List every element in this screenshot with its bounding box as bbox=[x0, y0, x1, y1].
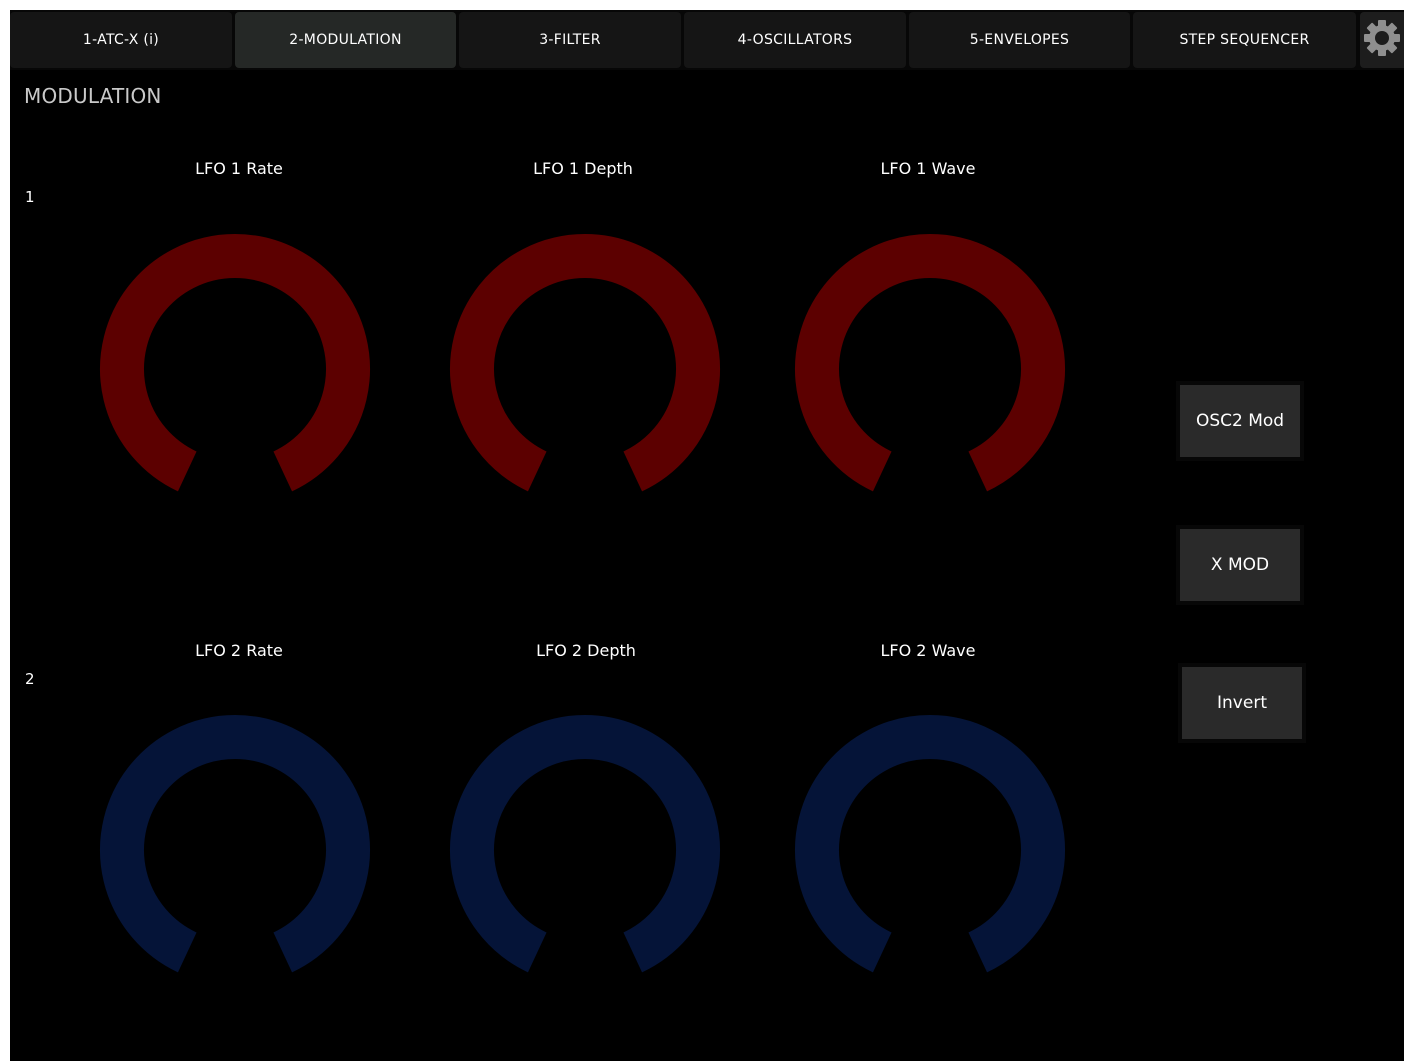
synth-app: 1-ATC-X (i) 2-MODULATION 3-FILTER 4-OSCI… bbox=[10, 10, 1404, 1061]
knob-ring bbox=[450, 234, 720, 492]
tab-oscillators[interactable]: 4-OSCILLATORS bbox=[684, 12, 906, 68]
knob-label-lfo1-rate: LFO 1 Rate bbox=[195, 159, 283, 178]
page-title: MODULATION bbox=[24, 84, 162, 108]
knob-label-lfo2-depth: LFO 2 Depth bbox=[536, 641, 636, 660]
x-mod-label: X MOD bbox=[1180, 529, 1300, 601]
lfo1-depth-knob[interactable] bbox=[445, 229, 725, 509]
lfo1-rate-knob[interactable] bbox=[95, 229, 375, 509]
knob-label-lfo1-wave: LFO 1 Wave bbox=[880, 159, 976, 178]
osc2-mod-button[interactable]: OSC2 Mod bbox=[1176, 381, 1304, 461]
lfo2-rate-knob[interactable] bbox=[95, 710, 375, 990]
knob-label-lfo2-rate: LFO 2 Rate bbox=[195, 641, 283, 660]
knob-arc bbox=[795, 715, 1065, 973]
gear-icon bbox=[1363, 19, 1401, 61]
knob-arc bbox=[100, 234, 370, 492]
invert-label: Invert bbox=[1182, 667, 1302, 739]
knob-label-lfo2-wave: LFO 2 Wave bbox=[880, 641, 976, 660]
lfo2-depth-knob[interactable] bbox=[445, 710, 725, 990]
knob-arc bbox=[795, 234, 1065, 492]
tab-bar: 1-ATC-X (i) 2-MODULATION 3-FILTER 4-OSCI… bbox=[10, 10, 1404, 70]
lfo2-wave-knob[interactable] bbox=[790, 710, 1070, 990]
tab-envelopes[interactable]: 5-ENVELOPES bbox=[909, 12, 1130, 68]
knob-ring bbox=[100, 234, 370, 492]
tab-step-sequencer[interactable]: STEP SEQUENCER bbox=[1133, 12, 1356, 68]
osc2-mod-label: OSC2 Mod bbox=[1180, 385, 1300, 457]
lfo1-wave-knob[interactable] bbox=[790, 229, 1070, 509]
knob-arc bbox=[450, 234, 720, 492]
invert-button[interactable]: Invert bbox=[1178, 663, 1306, 743]
settings-button[interactable] bbox=[1360, 12, 1404, 68]
knob-ring bbox=[795, 715, 1065, 973]
knob-arc bbox=[450, 715, 720, 973]
knob-ring bbox=[795, 234, 1065, 492]
tab-atc-x[interactable]: 1-ATC-X (i) bbox=[10, 12, 232, 68]
row-number-1: 1 bbox=[25, 188, 35, 206]
knob-label-lfo1-depth: LFO 1 Depth bbox=[533, 159, 633, 178]
tab-filter[interactable]: 3-FILTER bbox=[459, 12, 681, 68]
knob-ring bbox=[450, 715, 720, 973]
knob-ring bbox=[100, 715, 370, 973]
tab-modulation[interactable]: 2-MODULATION bbox=[235, 12, 456, 68]
x-mod-button[interactable]: X MOD bbox=[1176, 525, 1304, 605]
knob-arc bbox=[100, 715, 370, 973]
row-number-2: 2 bbox=[25, 670, 35, 688]
